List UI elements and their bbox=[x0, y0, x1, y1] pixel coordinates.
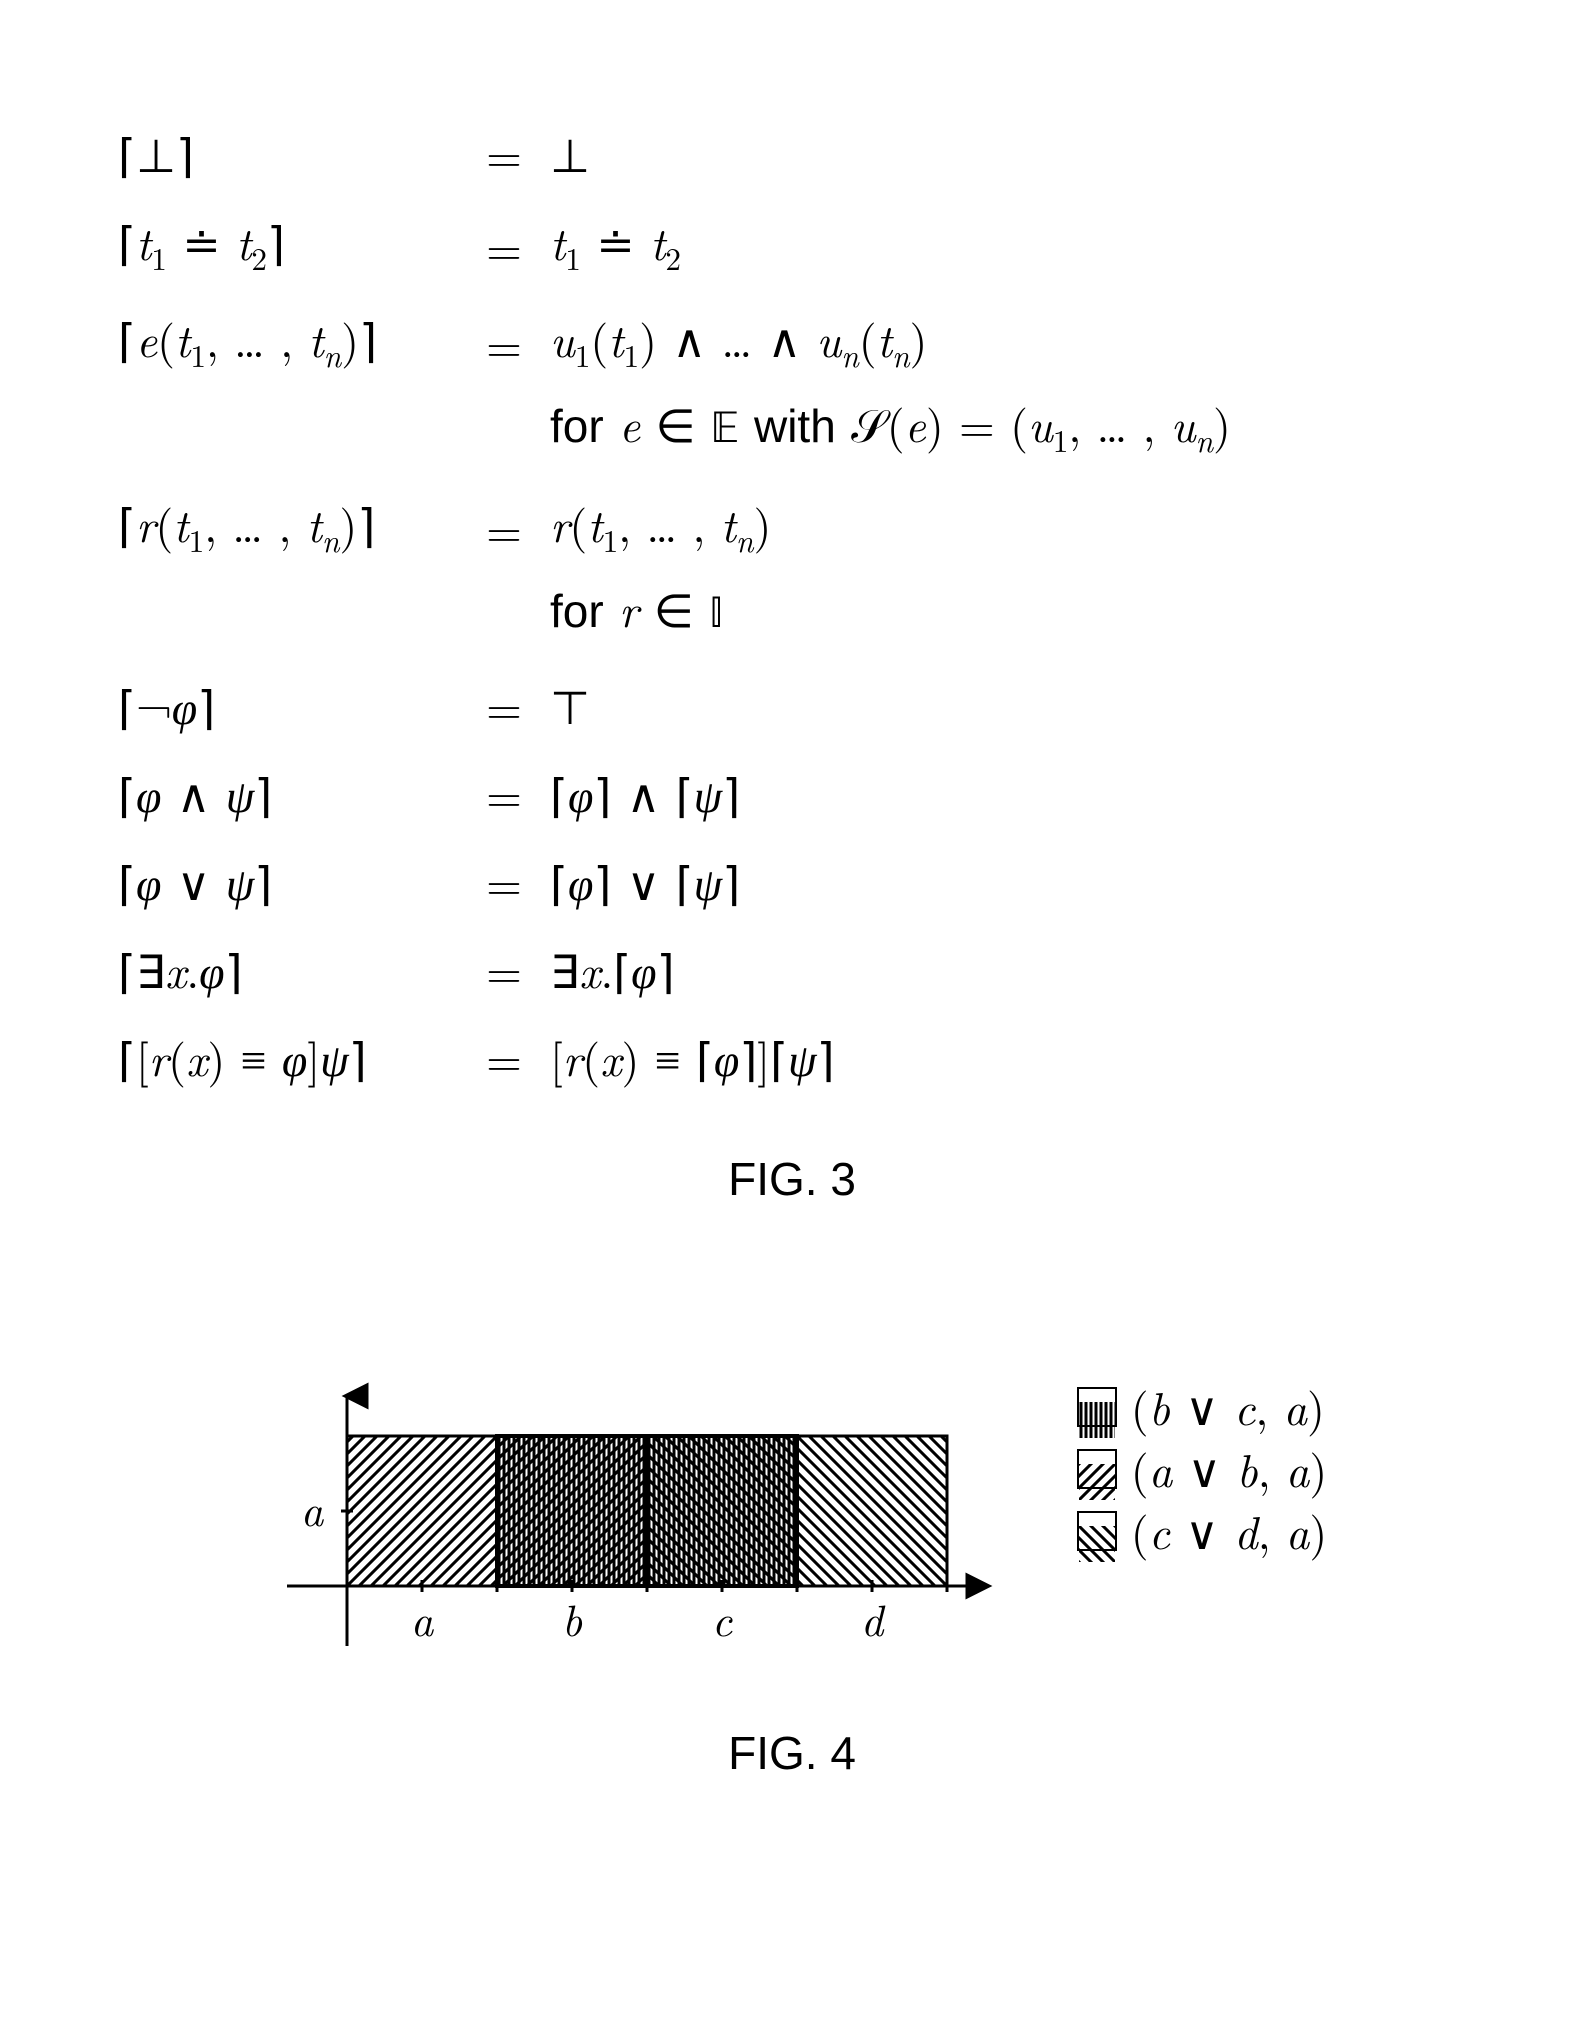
eq-row: ⌈¬φ⌉ = ⊤ bbox=[110, 662, 1239, 750]
eq-side-text: for r ∈ 𝕀 bbox=[542, 578, 1239, 662]
eq-sign: = bbox=[466, 295, 542, 392]
fig4-chart: a b c d a bbox=[257, 1376, 1017, 1676]
eq-sign: = bbox=[466, 198, 542, 295]
eq-lhs: ⌈⊥⌉ bbox=[110, 110, 466, 198]
eq-row: ⌈φ ∨ ψ⌉ = ⌈φ⌉ ∨ ⌈ψ⌉ bbox=[110, 838, 1239, 926]
eq-rhs: ⊥ bbox=[542, 110, 1239, 198]
eq-rhs: ⌈φ⌉ ∧ ⌈ψ⌉ bbox=[542, 750, 1239, 838]
swatch-nwse-icon bbox=[1077, 1449, 1117, 1489]
fig3-caption: FIG. 3 bbox=[110, 1152, 1474, 1206]
eq-lhs: ⌈φ ∧ ψ⌉ bbox=[110, 750, 466, 838]
eq-row: ⌈φ ∧ ψ⌉ = ⌈φ⌉ ∧ ⌈ψ⌉ bbox=[110, 750, 1239, 838]
legend-row: (b ∨ c, a) bbox=[1077, 1376, 1327, 1438]
fig4-caption: FIG. 4 bbox=[110, 1726, 1474, 1780]
eq-rhs: [r(x⃗) ≡ ⌈φ⌉]⌈ψ⌉ bbox=[542, 1014, 1239, 1102]
eq-row: ⌈[r(x⃗) ≡ φ]ψ⌉ = [r(x⃗) ≡ ⌈φ⌉]⌈ψ⌉ bbox=[110, 1014, 1239, 1102]
eq-rhs: ⊤ bbox=[542, 662, 1239, 750]
eq-row: ⌈r(t1, … , tn)⌉ = r(t1, … , tn) bbox=[110, 480, 1239, 577]
y-tick-a: a bbox=[301, 1476, 325, 1539]
eq-rhs: ∃x.⌈φ⌉ bbox=[542, 926, 1239, 1014]
eq-lhs: ⌈[r(x⃗) ≡ φ]ψ⌉ bbox=[110, 1014, 466, 1102]
eq-sign: = bbox=[466, 838, 542, 926]
x-tick-b: b bbox=[562, 1586, 583, 1649]
eq-rhs: ⌈φ⌉ ∨ ⌈ψ⌉ bbox=[542, 838, 1239, 926]
legend-label: (a ∨ b, a) bbox=[1131, 1438, 1327, 1500]
legend-row: (a ∨ b, a) bbox=[1077, 1438, 1327, 1500]
eq-sign: = bbox=[466, 926, 542, 1014]
eq-sign: = bbox=[466, 662, 542, 750]
legend-row: (c ∨ d, a) bbox=[1077, 1500, 1327, 1562]
eq-lhs: ⌈e(t1, … , tn)⌉ bbox=[110, 295, 466, 392]
eq-rhs: r(t1, … , tn) bbox=[542, 480, 1239, 577]
eq-sign: = bbox=[466, 110, 542, 198]
eq-side-condition: for r ∈ 𝕀 bbox=[110, 578, 1239, 662]
x-tick-c: c bbox=[712, 1586, 733, 1649]
eq-row: ⌈e(t1, … , tn)⌉ = u1(t1) ∧ … ∧ un(tn) bbox=[110, 295, 1239, 392]
eq-lhs: ⌈φ ∨ ψ⌉ bbox=[110, 838, 466, 926]
x-tick-a: a bbox=[411, 1586, 435, 1649]
eq-lhs: ⌈¬φ⌉ bbox=[110, 662, 466, 750]
eq-rhs: t1 ≐ t2 bbox=[542, 198, 1239, 295]
eq-row: ⌈t1 ≐ t2⌉ = t1 ≐ t2 bbox=[110, 198, 1239, 295]
fig3-equations: ⌈⊥⌉ = ⊥ ⌈t1 ≐ t2⌉ = t1 ≐ t2 ⌈e(t1, … , t… bbox=[110, 110, 1239, 1102]
eq-side-text: for e ∈ 𝔼 with 𝒮(e) = (u1, … , un) bbox=[542, 393, 1239, 480]
swatch-nesw-icon bbox=[1077, 1511, 1117, 1551]
eq-lhs: ⌈r(t1, … , tn)⌉ bbox=[110, 480, 466, 577]
eq-sign: = bbox=[466, 1014, 542, 1102]
eq-sign: = bbox=[466, 750, 542, 838]
eq-rhs: u1(t1) ∧ … ∧ un(tn) bbox=[542, 295, 1239, 392]
eq-row: ⌈⊥⌉ = ⊥ bbox=[110, 110, 1239, 198]
eq-sign: = bbox=[466, 480, 542, 577]
eq-row: ⌈∃x.φ⌉ = ∃x.⌈φ⌉ bbox=[110, 926, 1239, 1014]
eq-lhs: ⌈t1 ≐ t2⌉ bbox=[110, 198, 466, 295]
legend-label: (c ∨ d, a) bbox=[1131, 1500, 1327, 1562]
fig4: a b c d a (b ∨ c, a) bbox=[110, 1376, 1474, 1676]
eq-lhs: ⌈∃x.φ⌉ bbox=[110, 926, 466, 1014]
fig4-legend: (b ∨ c, a) (a ∨ b, a) (c ∨ d, a) bbox=[1077, 1376, 1327, 1562]
swatch-vert-icon bbox=[1077, 1387, 1117, 1427]
legend-label: (b ∨ c, a) bbox=[1131, 1376, 1325, 1438]
eq-side-condition: for e ∈ 𝔼 with 𝒮(e) = (u1, … , un) bbox=[110, 393, 1239, 480]
x-tick-d: d bbox=[861, 1586, 886, 1649]
